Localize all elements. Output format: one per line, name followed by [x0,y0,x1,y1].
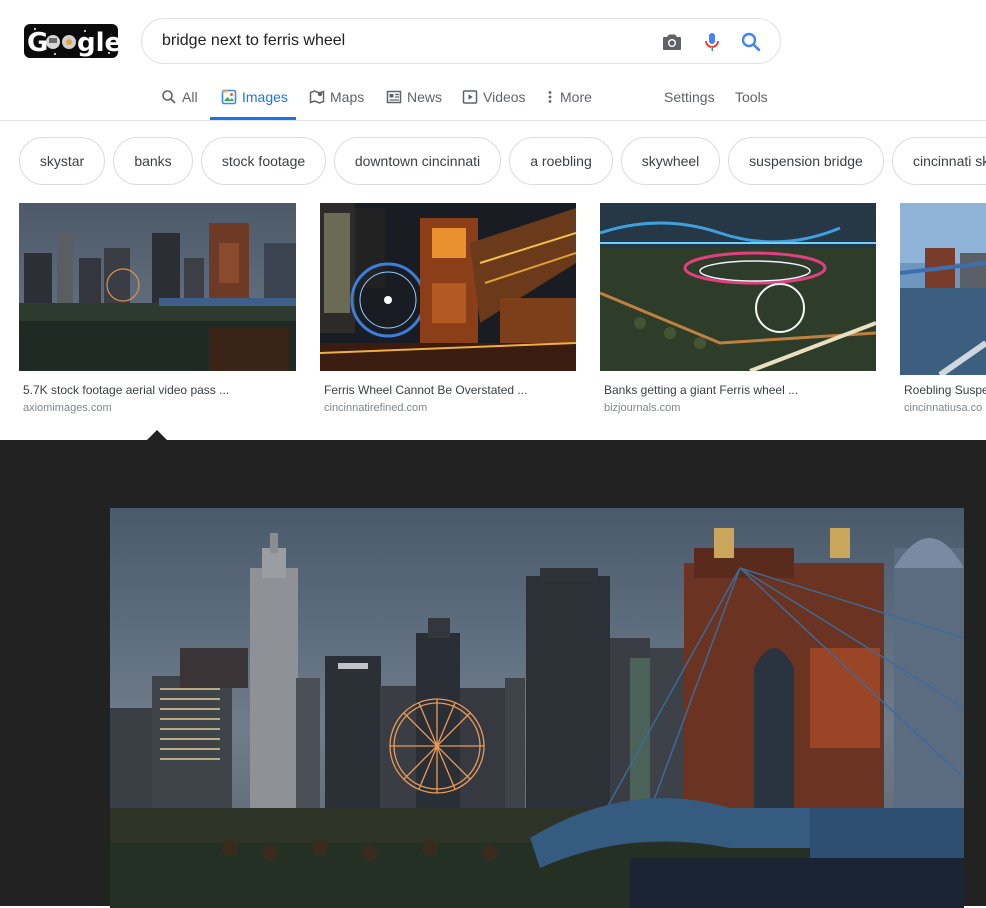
svg-text:gle: gle [77,28,118,58]
chip-skywheel[interactable]: skywheel [621,137,720,185]
tab-label: Tools [735,89,768,105]
tab-more[interactable]: More [545,78,592,120]
header: G gle All Images Maps [0,0,986,121]
play-icon [462,90,478,104]
tab-settings[interactable]: Settings [664,78,715,120]
chip-label: cincinnati sk [913,153,986,169]
image-result[interactable]: Roebling Suspe cincinnatiusa.co [900,203,986,423]
chip-label: downtown cincinnati [354,153,481,169]
tab-label: Settings [664,89,715,105]
chip-label: skystar [39,153,85,169]
more-vertical-icon [548,91,552,103]
chip-cincinnati-skyline[interactable]: cincinnati sk [892,137,986,185]
result-thumbnail[interactable] [900,203,986,375]
related-search-chips: skystar banks stock footage downtown cin… [0,137,986,185]
search-input[interactable] [162,29,642,53]
chip-skystar[interactable]: skystar [19,137,105,185]
tab-label: More [560,89,592,105]
tab-label: Images [242,89,288,105]
tab-label: News [407,89,443,105]
result-source[interactable]: cincinnatiusa.co [904,402,982,414]
result-title[interactable]: Roebling Suspe [904,383,986,397]
result-thumbnail[interactable] [600,203,876,371]
chip-downtown-cincinnati[interactable]: downtown cincinnati [334,137,501,185]
doodle-lettering: G gle [27,28,118,58]
result-title[interactable]: Ferris Wheel Cannot Be Overstated ... [324,383,527,397]
chip-label: a roebling [530,153,592,169]
svg-text:G: G [27,28,48,58]
chip-label: stock footage [221,153,306,169]
chip-suspension-bridge[interactable]: suspension bridge [728,137,884,185]
tab-label: Maps [330,89,365,105]
search-icon[interactable] [739,30,763,54]
image-preview-panel [0,440,986,908]
map-icon [309,90,325,104]
tab-images[interactable]: Images [210,78,296,120]
search-box[interactable] [141,18,781,64]
tab-label: All [182,89,198,105]
result-thumbnail[interactable] [19,203,296,371]
tab-tools[interactable]: Tools [735,78,768,120]
result-source[interactable]: bizjournals.com [604,402,680,414]
tab-all[interactable]: All [161,78,198,120]
preview-image[interactable] [110,508,964,908]
tab-maps[interactable]: Maps [309,78,364,120]
result-source[interactable]: cincinnatirefined.com [324,402,427,414]
chip-banks[interactable]: banks [113,137,193,185]
chip-label: skywheel [641,153,700,169]
camera-icon[interactable] [660,30,684,54]
google-doodle-logo[interactable]: G gle [24,24,118,58]
result-source[interactable]: axiomimages.com [23,402,112,414]
tab-label: Videos [483,89,526,105]
news-icon [386,90,402,104]
tab-news[interactable]: News [386,78,442,120]
result-thumbnail[interactable] [320,203,576,371]
microphone-icon[interactable] [700,30,724,54]
chip-a-roebling[interactable]: a roebling [509,137,613,185]
chip-label: suspension bridge [749,153,863,169]
chip-stock-footage[interactable]: stock footage [201,137,326,185]
result-title[interactable]: 5.7K stock footage aerial video pass ... [23,383,229,397]
chip-label: banks [134,153,172,169]
result-title[interactable]: Banks getting a giant Ferris wheel ... [604,383,798,397]
search-icon [162,90,176,104]
tab-videos[interactable]: Videos [462,78,526,120]
search-tabs: All Images Maps News Videos More Setting… [0,78,986,121]
image-icon [221,89,237,105]
